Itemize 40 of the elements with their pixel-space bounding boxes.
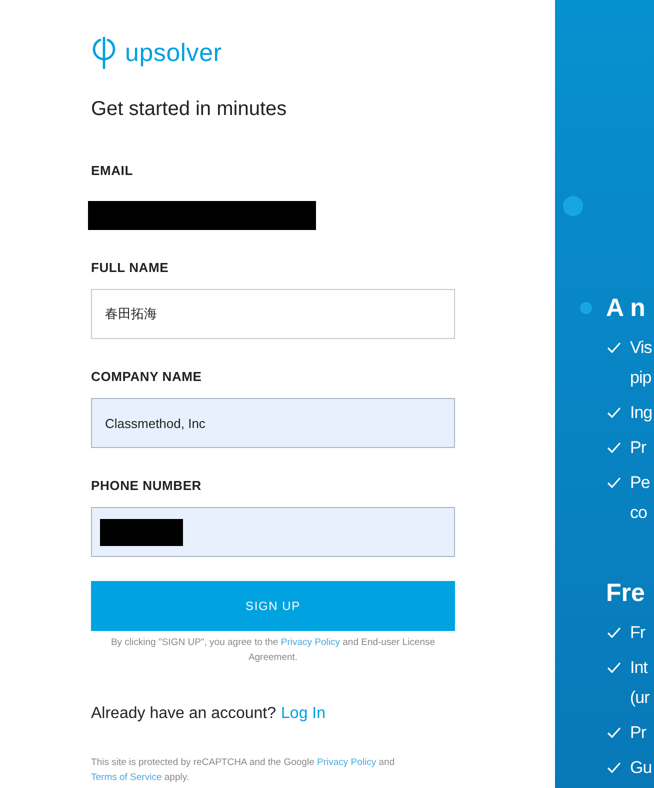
sign-up-button[interactable]: SIGN UP (91, 581, 455, 631)
logo-text: upsolver (125, 38, 222, 68)
feature-text: Pe (630, 472, 650, 494)
field-label: COMPANY NAME (91, 369, 203, 384)
login-prompt: Already have an account? (91, 705, 276, 723)
recaptcha-notice: This site is protected by reCAPTCHA and the Google Privacy Policy and Terms of Service apply. (91, 756, 396, 785)
feature-text: Gu (630, 757, 652, 779)
log-in-link[interactable]: Log In (281, 705, 326, 723)
feature-text: Int (630, 657, 649, 679)
check-icon (607, 442, 621, 453)
feature-text: (ur (630, 687, 650, 709)
feature-text: pip (630, 367, 652, 389)
check-icon (607, 727, 621, 738)
input-field[interactable] (91, 507, 455, 557)
agreement-text: By clicking "SIGN UP", you agree to the Privacy Policy and End-user License Agreement. (110, 636, 436, 665)
section-heading: A n (606, 294, 646, 322)
field-label: EMAIL (91, 163, 134, 178)
feature-text: Vis (630, 337, 652, 359)
feature-text: Pr (630, 722, 646, 744)
check-icon (607, 477, 621, 488)
check-icon (607, 662, 621, 673)
field-label: FULL NAME (91, 260, 170, 275)
check-icon (607, 342, 621, 353)
feature-text: co (630, 502, 648, 524)
feature-text: Pr (630, 437, 646, 459)
input-field[interactable]: 春田拓海 (91, 289, 455, 339)
privacy-policy-link[interactable]: Privacy Policy (317, 757, 376, 768)
check-icon (607, 627, 621, 638)
dot-icon (563, 196, 583, 216)
section-heading: Fre (606, 578, 645, 608)
terms-link[interactable]: Terms of Service (91, 770, 162, 785)
field-label: PHONE NUMBER (91, 478, 202, 493)
check-icon (607, 762, 621, 773)
feature-text: Fr (630, 622, 646, 644)
page-heading: Get started in minutes (91, 98, 288, 121)
privacy-policy-link[interactable]: Privacy Policy (280, 637, 340, 648)
check-icon (607, 407, 621, 418)
logo-icon (91, 36, 117, 70)
input-field[interactable]: Classmethod, Inc (91, 398, 455, 448)
feature-text: Ing (630, 402, 652, 424)
